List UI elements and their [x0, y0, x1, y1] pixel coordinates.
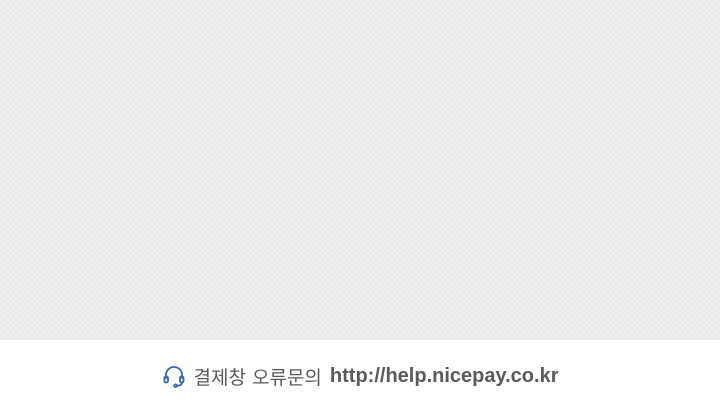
help-label: 결제창 오류문의	[193, 366, 322, 389]
support-footer: 결제창 오류문의 http://help.nicepay.co.kr	[0, 340, 720, 414]
help-site-link[interactable]: http://help.nicepay.co.kr	[330, 365, 559, 388]
headset-icon	[162, 364, 186, 388]
content-background	[0, 0, 720, 340]
payment-error-help: 결제창 오류문의 http://help.nicepay.co.kr	[162, 363, 559, 390]
payment-window-page: 결제창 오류문의 http://help.nicepay.co.kr	[0, 0, 720, 414]
